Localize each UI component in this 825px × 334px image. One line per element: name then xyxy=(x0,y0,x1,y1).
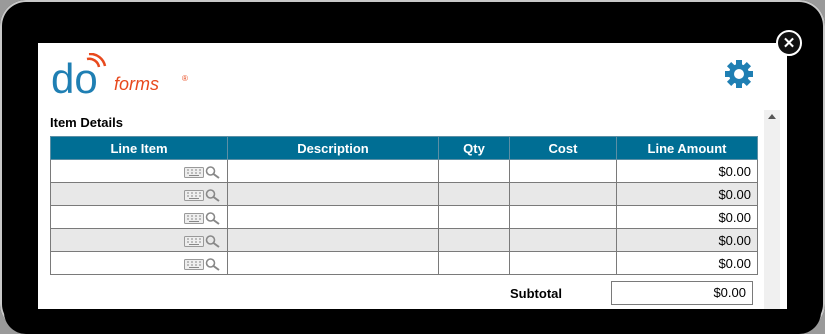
logo-do-text: do xyxy=(51,55,98,102)
description-cell[interactable] xyxy=(227,251,439,275)
table-row: $0.00 xyxy=(50,251,758,275)
search-icon[interactable] xyxy=(205,257,221,271)
keyboard-icon[interactable] xyxy=(184,189,204,201)
description-cell[interactable] xyxy=(227,159,439,183)
table-row: $0.00 xyxy=(50,228,758,252)
close-icon[interactable]: ✕ xyxy=(783,34,796,52)
qty-cell[interactable] xyxy=(438,251,510,275)
cost-cell[interactable] xyxy=(509,159,617,183)
cost-cell[interactable] xyxy=(509,182,617,206)
line-item-cell[interactable] xyxy=(50,205,228,229)
keyboard-icon[interactable] xyxy=(184,258,204,270)
line-item-lookup[interactable] xyxy=(184,188,221,202)
line-item-cell[interactable] xyxy=(50,251,228,275)
table-header-row: Line Item Description Qty Cost Line Amou… xyxy=(50,136,758,160)
doforms-logo: do forms ® xyxy=(51,53,188,102)
table-row: $0.00 xyxy=(50,159,758,183)
qty-cell[interactable] xyxy=(438,205,510,229)
description-cell[interactable] xyxy=(227,182,439,206)
line-item-lookup[interactable] xyxy=(184,211,221,225)
qty-cell[interactable] xyxy=(438,182,510,206)
column-header-cost: Cost xyxy=(509,136,617,160)
qty-cell[interactable] xyxy=(438,228,510,252)
cost-cell[interactable] xyxy=(509,205,617,229)
item-details-table: Line Item Description Qty Cost Line Amou… xyxy=(50,136,758,275)
logo-trademark: ® xyxy=(182,74,188,83)
search-icon[interactable] xyxy=(205,188,221,202)
description-cell[interactable] xyxy=(227,205,439,229)
search-icon[interactable] xyxy=(205,234,221,248)
line-item-cell[interactable] xyxy=(50,182,228,206)
description-cell[interactable] xyxy=(227,228,439,252)
modal-dialog: do forms ® Item Details Line Item Descri… xyxy=(38,43,787,309)
line-amount-cell: $0.00 xyxy=(616,251,758,275)
search-icon[interactable] xyxy=(205,165,221,179)
keyboard-icon[interactable] xyxy=(184,166,204,178)
line-item-cell[interactable] xyxy=(50,159,228,183)
qty-cell[interactable] xyxy=(438,159,510,183)
line-amount-cell: $0.00 xyxy=(616,228,758,252)
line-amount-cell: $0.00 xyxy=(616,159,758,183)
subtotal-value: $0.00 xyxy=(611,281,753,305)
search-icon[interactable] xyxy=(205,211,221,225)
line-amount-cell: $0.00 xyxy=(616,205,758,229)
line-item-lookup[interactable] xyxy=(184,234,221,248)
close-button[interactable]: ✕ xyxy=(776,30,802,56)
line-item-cell[interactable] xyxy=(50,228,228,252)
cost-cell[interactable] xyxy=(509,228,617,252)
line-amount-cell: $0.00 xyxy=(616,182,758,206)
table-row: $0.00 xyxy=(50,205,758,229)
line-item-lookup[interactable] xyxy=(184,257,221,271)
column-header-description: Description xyxy=(227,136,439,160)
line-item-lookup[interactable] xyxy=(184,165,221,179)
column-header-line-item: Line Item xyxy=(50,136,228,160)
cost-cell[interactable] xyxy=(509,251,617,275)
section-title: Item Details xyxy=(50,115,123,130)
logo-forms-text: forms xyxy=(114,74,159,94)
column-header-line-amount: Line Amount xyxy=(616,136,758,160)
keyboard-icon[interactable] xyxy=(184,212,204,224)
subtotal-label: Subtotal xyxy=(510,286,562,301)
gear-icon[interactable] xyxy=(724,59,754,89)
keyboard-icon[interactable] xyxy=(184,235,204,247)
table-row: $0.00 xyxy=(50,182,758,206)
scroll-up-arrow-icon[interactable] xyxy=(768,114,776,119)
vertical-scrollbar[interactable] xyxy=(764,110,780,309)
column-header-qty: Qty xyxy=(438,136,510,160)
